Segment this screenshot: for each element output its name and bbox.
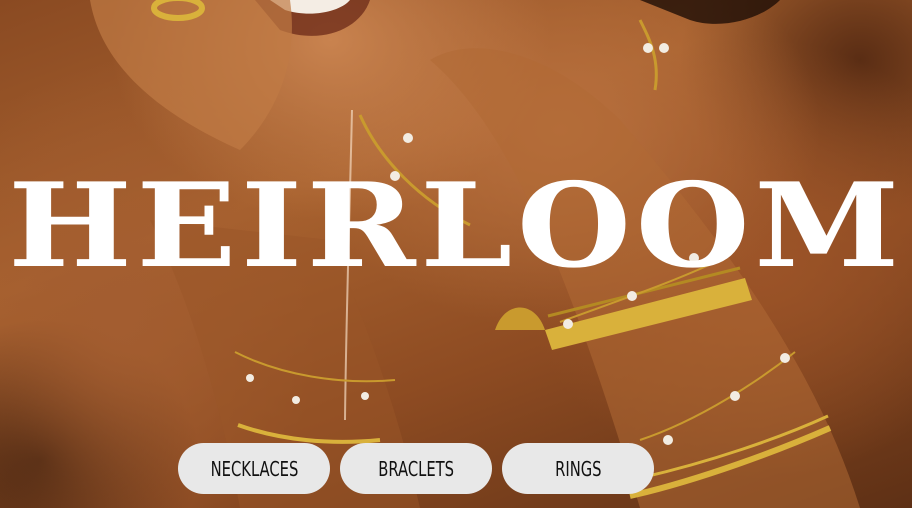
brand-title: HEIRLOOM xyxy=(8,158,904,294)
category-nav: NECKLACES BRACLETS RINGS xyxy=(178,443,654,494)
nav-rings-label: RINGS xyxy=(554,456,602,481)
nav-necklaces-button[interactable]: NECKLACES xyxy=(178,443,330,494)
nav-rings-button[interactable]: RINGS xyxy=(502,443,654,494)
hero-section: HEIRLOOM NECKLACES BRACLETS RINGS xyxy=(0,0,912,508)
nav-bracelets-label: BRACLETS xyxy=(378,456,454,481)
nav-necklaces-label: NECKLACES xyxy=(210,456,298,481)
nav-bracelets-button[interactable]: BRACLETS xyxy=(340,443,492,494)
